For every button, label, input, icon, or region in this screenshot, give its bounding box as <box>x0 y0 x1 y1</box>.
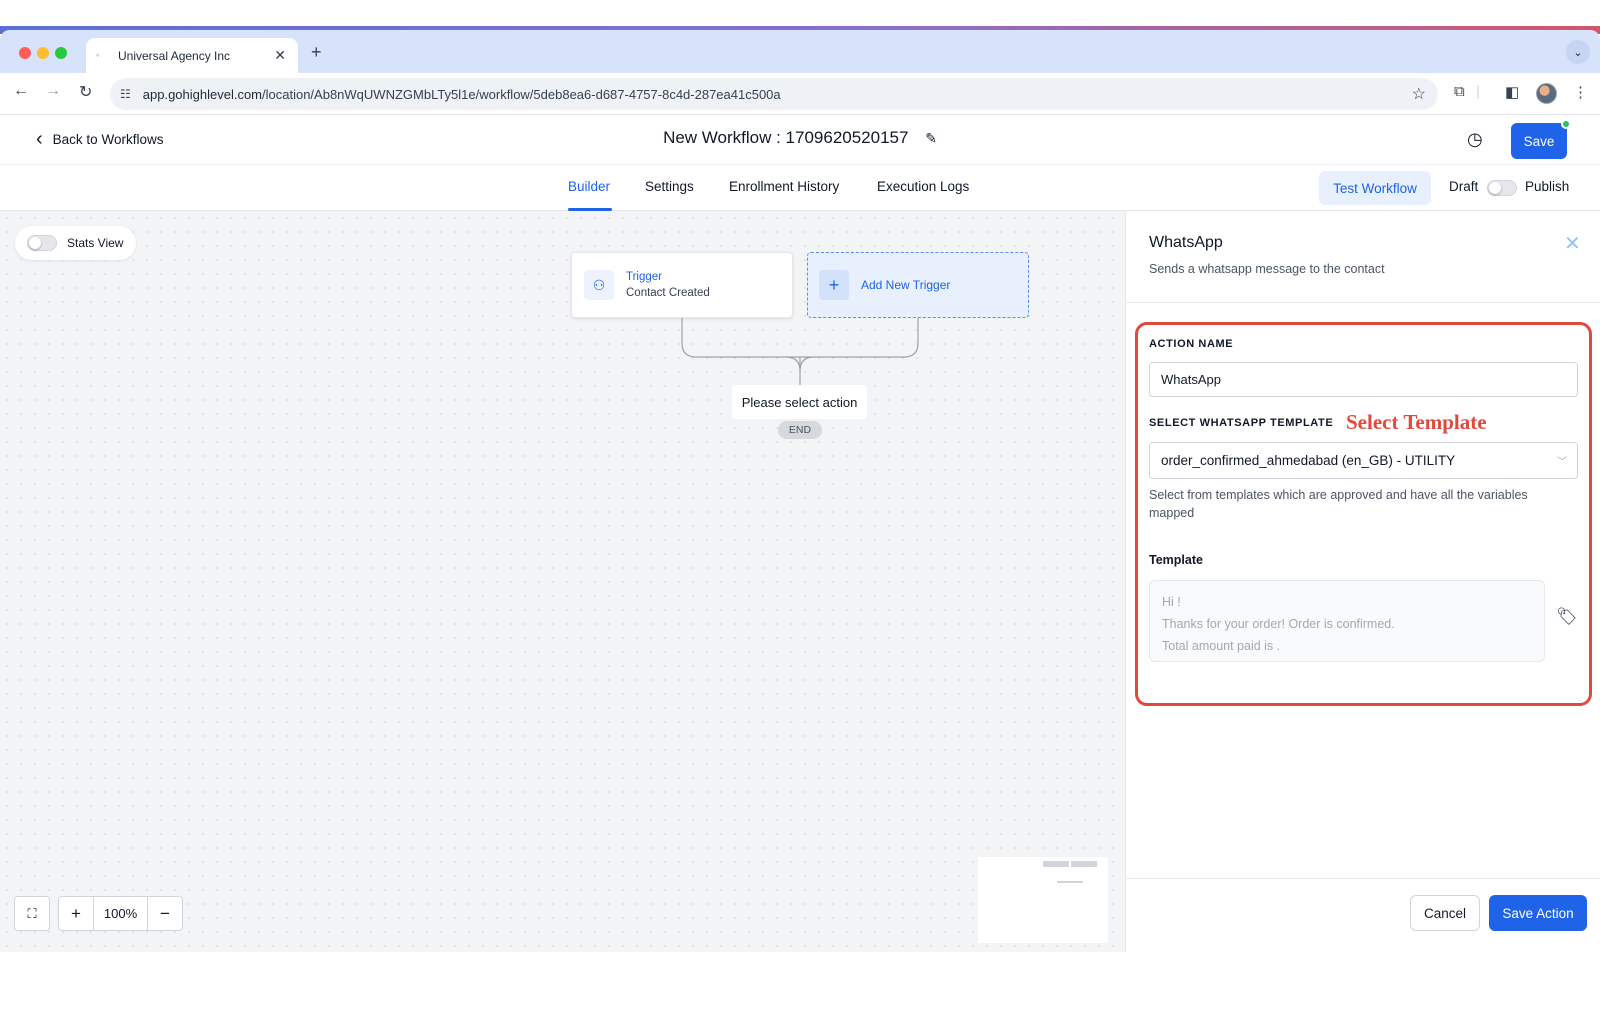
plus-icon: + <box>819 270 849 300</box>
favicon-icon: ◦ <box>96 49 100 60</box>
side-panel-icon[interactable]: ◧ <box>1505 83 1519 101</box>
workflow-title-text: New Workflow : 1709620520157 <box>663 128 909 147</box>
reload-icon[interactable]: ↻ <box>79 82 92 102</box>
cancel-button[interactable]: Cancel <box>1410 895 1480 931</box>
tag-icon[interactable]: 🏷 <box>1556 607 1578 627</box>
tab-settings[interactable]: Settings <box>645 179 694 194</box>
publish-label: Publish <box>1525 179 1570 194</box>
browser-window: ◦ Universal Agency Inc ✕ + ⌄ ← → ↻ ☷ app… <box>0 30 1600 952</box>
fit-screen-icon[interactable]: ⛶ <box>14 896 50 931</box>
tab-execution-logs[interactable]: Execution Logs <box>877 179 969 194</box>
panel-title: WhatsApp <box>1149 234 1223 251</box>
template-select-value: order_confirmed_ahmedabad (en_GB) - UTIL… <box>1161 453 1456 468</box>
app-header: ‹ Back to Workflows New Workflow : 17096… <box>0 115 1600 165</box>
select-action-node[interactable]: Please select action <box>732 385 867 419</box>
end-node: END <box>778 421 822 439</box>
test-workflow-button[interactable]: Test Workflow <box>1319 171 1431 205</box>
canvas-minimap[interactable] <box>978 857 1108 943</box>
save-button[interactable]: Save <box>1511 123 1567 159</box>
template-line: Total amount paid is . <box>1162 639 1281 653</box>
action-name-input[interactable] <box>1149 362 1578 397</box>
forward-arrow-icon[interactable]: → <box>45 82 61 100</box>
extensions-icon[interactable]: ⧉ <box>1454 83 1465 100</box>
action-panel: WhatsApp Sends a whatsapp message to the… <box>1125 211 1600 952</box>
browser-tab[interactable]: ◦ Universal Agency Inc ✕ <box>86 38 298 73</box>
whatsapp-template-select[interactable]: order_confirmed_ahmedabad (en_GB) - UTIL… <box>1149 442 1578 479</box>
back-arrow-icon[interactable]: ← <box>13 82 29 100</box>
edit-pencil-icon[interactable]: ✎ <box>925 130 937 146</box>
minimap-node <box>1057 881 1083 883</box>
add-new-trigger-button[interactable]: + Add New Trigger <box>807 252 1029 318</box>
template-help-text: Select from templates which are approved… <box>1149 488 1528 520</box>
zoom-in-icon[interactable]: + <box>58 896 94 931</box>
workflow-canvas[interactable]: Stats View ⚇ Trigger Contact Created + A… <box>0 211 1125 952</box>
trigger-card[interactable]: ⚇ Trigger Contact Created <box>571 252 793 318</box>
profile-avatar[interactable] <box>1536 83 1557 104</box>
minimize-window-icon[interactable] <box>37 47 49 59</box>
close-window-icon[interactable] <box>19 47 31 59</box>
toolbar-divider: | <box>1476 83 1480 100</box>
add-trigger-label: Add New Trigger <box>861 278 951 292</box>
select-template-callout: Select Template <box>1346 410 1487 434</box>
url-field[interactable]: ☷ app.gohighlevel.com/location/Ab8nWqUWN… <box>110 78 1438 110</box>
user-plus-icon: ⚇ <box>584 270 614 300</box>
history-icon[interactable]: ◷ <box>1467 129 1483 150</box>
template-label: Template <box>1149 553 1203 567</box>
minimap-node <box>1071 861 1097 867</box>
tab-search-chevron-icon[interactable]: ⌄ <box>1566 40 1590 64</box>
trigger-title: Trigger <box>626 271 662 283</box>
new-tab-icon[interactable]: + <box>311 42 322 63</box>
minimap-node <box>1043 861 1069 867</box>
zoom-controls: ⛶ + 100% − <box>14 896 183 931</box>
close-tab-icon[interactable]: ✕ <box>274 47 286 64</box>
trigger-connectors <box>681 318 919 385</box>
browser-menu-icon[interactable]: ⋮ <box>1573 83 1588 101</box>
save-action-button[interactable]: Save Action <box>1489 895 1587 931</box>
template-preview-textarea[interactable]: Hi ! Thanks for your order! Order is con… <box>1149 580 1545 662</box>
trigger-subtitle: Contact Created <box>626 287 710 299</box>
maximize-window-icon[interactable] <box>55 47 67 59</box>
panel-footer-divider <box>1126 878 1600 879</box>
zoom-out-icon[interactable]: − <box>147 896 183 931</box>
tab-builder[interactable]: Builder <box>568 179 610 194</box>
zoom-level: 100% <box>94 896 147 931</box>
tab-title: Universal Agency Inc <box>118 48 231 63</box>
panel-subtitle: Sends a whatsapp message to the contact <box>1149 262 1385 276</box>
url-text: app.gohighlevel.com/location/Ab8nWqUWNZG… <box>143 87 781 102</box>
workflow-tabs: Builder Settings Enrollment History Exec… <box>0 165 1600 211</box>
template-line: Thanks for your order! Order is confirme… <box>1162 617 1395 631</box>
tab-enrollment-history[interactable]: Enrollment History <box>729 179 839 194</box>
tab-bar: ◦ Universal Agency Inc ✕ + ⌄ <box>0 30 1600 73</box>
bookmark-star-icon[interactable]: ☆ <box>1412 84 1426 104</box>
url-path: /location/Ab8nWqUWNZGMbLTy5l1e/workflow/… <box>262 86 781 102</box>
template-line: Hi ! <box>1162 595 1181 609</box>
address-bar: ← → ↻ ☷ app.gohighlevel.com/location/Ab8… <box>0 73 1600 115</box>
panel-divider <box>1126 302 1600 303</box>
template-select-label: SELECT WHATSAPP TEMPLATE <box>1149 417 1334 429</box>
close-panel-icon[interactable]: ✕ <box>1564 231 1581 256</box>
chevron-down-icon: ﹀ <box>1557 457 1567 468</box>
action-name-label: ACTION NAME <box>1149 338 1234 350</box>
url-host: app.gohighlevel.com <box>142 86 263 102</box>
unsaved-status-dot <box>1561 119 1571 129</box>
publish-toggle[interactable] <box>1487 180 1517 196</box>
draft-label: Draft <box>1449 179 1479 194</box>
workflow-title: New Workflow : 1709620520157 ✎ <box>0 128 1600 148</box>
site-settings-icon[interactable]: ☷ <box>120 87 131 101</box>
